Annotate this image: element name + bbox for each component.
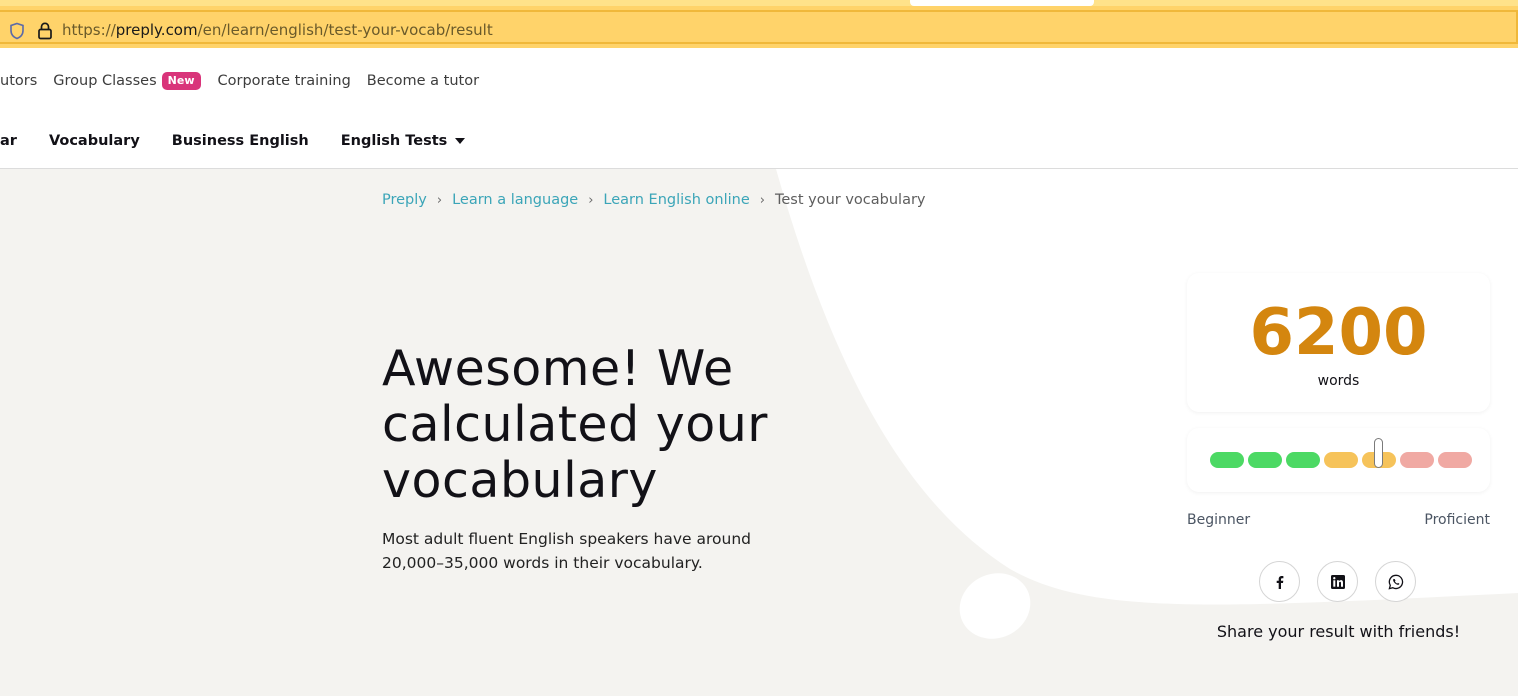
new-badge: New <box>161 72 201 90</box>
lead-text: Most adult fluent English speakers have … <box>382 530 751 572</box>
breadcrumb-current: Test your vocabulary <box>774 192 926 208</box>
top-navigation: utors Group Classes New Corporate traini… <box>0 72 479 90</box>
main-content: Preply › Learn a language › Learn Englis… <box>0 169 1518 696</box>
level-meter <box>1210 452 1472 468</box>
breadcrumb-learn-language[interactable]: Learn a language <box>452 192 578 208</box>
nav-find-tutors[interactable]: utors <box>0 73 37 89</box>
nav-corporate-training[interactable]: Corporate training <box>218 73 351 89</box>
url-text[interactable]: https://preply.com/en/learn/english/test… <box>62 20 493 40</box>
breadcrumb-separator: › <box>588 192 594 208</box>
nav-group-classes[interactable]: Group Classes New <box>53 72 201 90</box>
section-navigation: ar Vocabulary Business English English T… <box>0 133 466 149</box>
level-meter-card <box>1187 428 1490 492</box>
vocab-count: 6200 <box>1249 296 1428 370</box>
level-segment <box>1210 452 1244 468</box>
scale-min-label: Beginner <box>1187 512 1251 528</box>
site-header: utors Group Classes New Corporate traini… <box>0 48 1518 169</box>
level-segment <box>1248 452 1282 468</box>
linkedin-share-button[interactable] <box>1317 561 1358 602</box>
subnav-english-tests[interactable]: English Tests <box>341 133 466 149</box>
linkedin-icon <box>1330 574 1345 589</box>
subnav-english-tests-label: English Tests <box>340 133 448 149</box>
level-segment <box>1286 452 1320 468</box>
address-field[interactable]: https://preply.com/en/learn/english/test… <box>0 10 1518 44</box>
facebook-icon <box>1276 575 1283 589</box>
level-pointer <box>1373 438 1383 468</box>
vocab-unit: words <box>1317 373 1360 389</box>
breadcrumb-preply[interactable]: Preply <box>382 192 427 208</box>
nav-group-classes-label: Group Classes <box>53 73 157 89</box>
share-prompt: Share your result with friends! <box>1216 622 1461 641</box>
facebook-share-button[interactable] <box>1259 561 1300 602</box>
subnav-grammar[interactable]: ar <box>0 133 17 149</box>
url-scheme: https:// <box>62 21 116 39</box>
subnav-business-english[interactable]: Business English <box>172 133 309 149</box>
whatsapp-icon <box>1387 574 1403 590</box>
breadcrumb: Preply › Learn a language › Learn Englis… <box>382 192 926 208</box>
scale-max-label: Proficient <box>1424 512 1490 528</box>
subnav-vocabulary[interactable]: Vocabulary <box>49 133 140 149</box>
shield-icon[interactable] <box>8 22 26 40</box>
browser-tab-edge <box>910 0 1094 6</box>
caret-down-icon <box>455 138 466 144</box>
level-segment <box>1400 452 1434 468</box>
breadcrumb-learn-english[interactable]: Learn English online <box>603 192 749 208</box>
whatsapp-share-button[interactable] <box>1375 561 1416 602</box>
lock-icon[interactable] <box>36 21 54 41</box>
level-segment <box>1324 452 1358 468</box>
breadcrumb-separator: › <box>436 192 443 208</box>
url-path: /en/learn/english/test-your-vocab/result <box>197 21 493 39</box>
url-host: preply.com <box>115 21 198 39</box>
browser-url-bar: https://preply.com/en/learn/english/test… <box>0 0 1518 48</box>
level-segment <box>1438 452 1472 468</box>
score-card: 6200 words <box>1187 273 1490 412</box>
breadcrumb-separator: › <box>759 192 765 208</box>
share-buttons <box>1259 561 1416 602</box>
page-title: Awesome! We calculated your vocabulary <box>382 340 768 509</box>
nav-become-tutor[interactable]: Become a tutor <box>367 73 479 89</box>
